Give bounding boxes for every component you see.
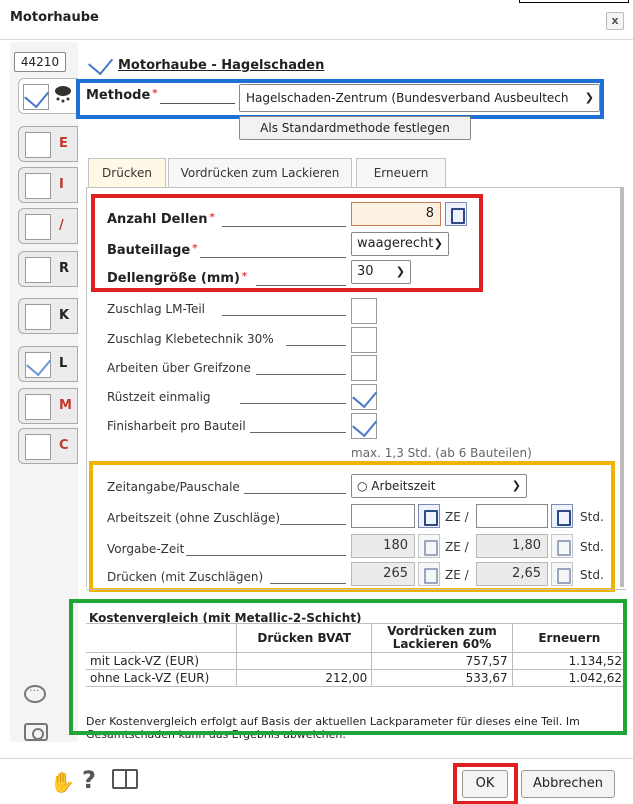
row-line	[250, 432, 346, 433]
row-line	[286, 345, 346, 346]
tab-vordruecken[interactable]: Vordrücken zum Lackieren	[168, 158, 352, 188]
check-icon	[352, 382, 378, 409]
heading-checkbox[interactable]	[88, 49, 114, 76]
greifzone-checkbox[interactable]	[351, 355, 377, 381]
title-bar: Motorhaube x	[0, 0, 633, 40]
sidebar-tab-slash[interactable]: /	[18, 208, 78, 244]
footer-divider	[0, 758, 633, 759]
hail-cloud-icon	[55, 86, 71, 103]
close-icon[interactable]: x	[606, 12, 624, 30]
sidebar-checkbox[interactable]	[25, 214, 51, 240]
scrollbar[interactable]	[620, 187, 624, 587]
top-right-frame	[519, 0, 629, 3]
zuschlag-klebetechnik-checkbox[interactable]	[351, 327, 377, 353]
sidebar-tab-c[interactable]: C	[18, 428, 78, 464]
max-note: max. 1,3 Std. (ab 6 Bauteilen)	[351, 446, 532, 460]
tab-erneuern[interactable]: Erneuern	[356, 158, 446, 188]
checkbox-label: Arbeiten über Greifzone	[107, 361, 251, 375]
highlight-red-ok	[453, 763, 518, 804]
standard-method-button[interactable]: Als Standardmethode festlegen	[239, 116, 471, 140]
book-icon[interactable]	[112, 769, 138, 789]
sidebar-checkbox[interactable]	[25, 173, 51, 199]
help-icon[interactable]: ?	[82, 766, 96, 794]
checkbox-label: Zuschlag LM-Teil	[107, 302, 206, 316]
sidebar-checkbox[interactable]	[23, 82, 50, 110]
chat-icon[interactable]	[24, 684, 46, 703]
sidebar-checkbox[interactable]	[25, 304, 51, 330]
sidebar-checkbox[interactable]	[25, 132, 51, 158]
sidebar-checkbox[interactable]	[25, 394, 51, 420]
check-icon	[26, 350, 52, 377]
tab-druecken[interactable]: Drücken	[88, 158, 166, 188]
checkbox-label: Rüstzeit einmalig	[107, 390, 211, 404]
zuschlag-lm-checkbox[interactable]	[351, 298, 377, 324]
highlight-yellow-time	[89, 461, 615, 592]
highlight-blue	[76, 79, 604, 119]
sidebar-tab-i[interactable]: I	[18, 167, 78, 203]
sidebar-tab-r[interactable]: R	[18, 251, 78, 287]
sidebar-checkbox[interactable]	[25, 434, 51, 460]
sidebar-checkbox[interactable]	[25, 257, 51, 283]
highlight-red-required	[91, 194, 483, 292]
page-title: Motorhaube - Hagelschaden	[118, 58, 325, 73]
camera-icon[interactable]	[24, 723, 48, 741]
row-line	[256, 374, 346, 375]
window-title: Motorhaube	[10, 10, 99, 25]
checkbox-label: Finisharbeit pro Bauteil	[107, 419, 246, 433]
sidebar-tab-letter: R	[59, 261, 70, 276]
sidebar-tab-letter: E	[59, 136, 68, 151]
sidebar-tab-letter: L	[59, 356, 68, 371]
sidebar-checkbox[interactable]	[25, 350, 52, 378]
sidebar-tab-l[interactable]: L	[18, 346, 78, 382]
check-icon	[24, 82, 50, 109]
sidebar-tab-letter: I	[59, 177, 64, 192]
check-icon	[352, 411, 378, 438]
ruestzeit-checkbox[interactable]	[351, 382, 378, 410]
sidebar-tab-letter: K	[59, 308, 70, 323]
row-line	[222, 315, 346, 316]
sidebar-tab-letter: M	[59, 398, 72, 413]
divider	[86, 589, 626, 590]
sidebar-tab-letter: C	[59, 438, 69, 453]
hand-icon[interactable]: ✋	[50, 770, 75, 794]
finisharbeit-checkbox[interactable]	[351, 411, 378, 439]
tab-bar: Drücken Vordrücken zum Lackieren Erneuer…	[86, 152, 626, 188]
highlight-green-kosten	[69, 599, 627, 735]
row-line	[240, 403, 346, 404]
sidebar-tab-m[interactable]: M	[18, 388, 78, 424]
sidebar-tab-e[interactable]: E	[18, 126, 78, 162]
sidebar-tab-k[interactable]: K	[18, 298, 78, 334]
sidebar-tab-letter: /	[59, 218, 64, 233]
cancel-button[interactable]: Abbrechen	[521, 770, 615, 798]
id-field[interactable]: 44210	[14, 52, 66, 72]
check-icon	[88, 49, 114, 76]
checkbox-label: Zuschlag Klebetechnik 30%	[107, 332, 274, 346]
